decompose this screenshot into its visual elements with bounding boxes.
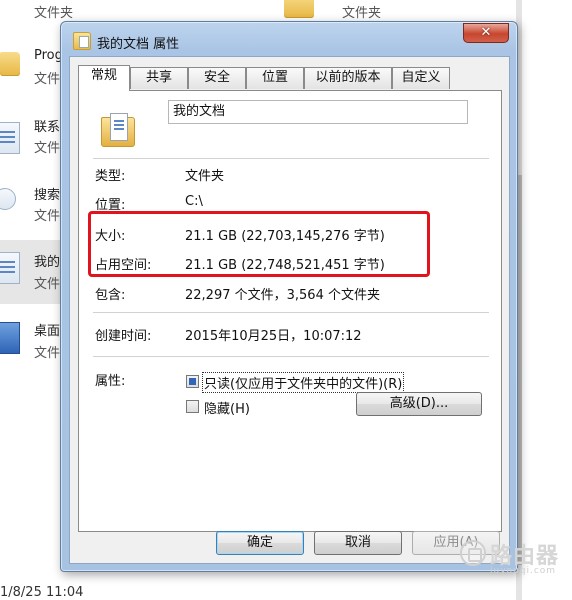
bg-item-type: 文件 [34, 141, 61, 156]
contacts-icon [0, 122, 20, 154]
folder-icon [284, 0, 314, 18]
close-button[interactable]: ✕ [463, 23, 509, 43]
status-text: 1/8/25 11:04 [0, 585, 84, 600]
tab-location[interactable]: 位置 [246, 67, 304, 89]
bg-item-type: 文件 [34, 346, 61, 361]
advanced-button[interactable]: 高级(D)... [356, 392, 482, 416]
bg-item-name[interactable]: 桌面 [34, 320, 60, 339]
readonly-checkbox[interactable] [186, 375, 199, 388]
desktop-icon [0, 322, 20, 354]
contains-value: 22,297 个文件，3,564 个文件夹 [185, 288, 380, 303]
hidden-checkbox[interactable] [186, 400, 199, 413]
bg-item-label: 文件夹 [34, 6, 74, 21]
readonly-label[interactable]: 只读(仅应用于文件夹中的文件)(R) [202, 372, 405, 393]
title-bar[interactable]: 我的文档 属性 ✕ [61, 22, 517, 56]
hidden-label[interactable]: 隐藏(H) [204, 398, 250, 417]
bg-item-name[interactable]: 联系 [34, 116, 60, 135]
cancel-button[interactable]: 取消 [314, 531, 402, 555]
bg-item-type: 文件 [34, 72, 61, 87]
folder-icon [0, 52, 20, 76]
tab-security[interactable]: 安全 [188, 67, 246, 89]
contains-label: 包含: [95, 288, 126, 303]
bg-item-type: 文件 [34, 277, 61, 292]
bg-item-name[interactable]: Prog [34, 48, 63, 63]
tab-customize[interactable]: 自定义 [392, 67, 450, 89]
dialog-content: 常规 共享 安全 位置 以前的版本 自定义 [69, 56, 510, 564]
search-icon [0, 188, 16, 210]
created-value: 2015年10月25日，10:07:12 [185, 329, 362, 344]
properties-dialog: 我的文档 属性 ✕ 常规 共享 安全 位置 以前的版本 自定义 我的文档 类型:… [60, 21, 518, 572]
watermark-sub: luyouqi.com [490, 566, 557, 576]
location-value: C:\ [185, 194, 203, 209]
documents-folder-icon [101, 113, 135, 149]
folder-name-input[interactable]: 我的文档 [168, 100, 468, 124]
type-value: 文件夹 [185, 169, 225, 184]
ok-button[interactable]: 确定 [216, 531, 304, 555]
disk-size-value: 21.1 GB (22,748,521,451 字节) [185, 258, 385, 273]
tab-general[interactable]: 常规 [78, 65, 130, 91]
created-label: 创建时间: [95, 329, 152, 344]
tab-sharing[interactable]: 共享 [130, 67, 188, 89]
bg-item-name[interactable]: 搜索 [34, 184, 60, 203]
watermark: 路由器 luyouqi.com [460, 536, 572, 584]
type-label: 类型: [95, 169, 126, 184]
divider [93, 158, 489, 159]
size-value: 21.1 GB (22,703,145,276 字节) [185, 229, 385, 244]
document-icon [0, 252, 20, 284]
router-logo-icon [460, 540, 486, 566]
location-label: 位置: [95, 198, 126, 213]
folder-icon [73, 32, 91, 50]
attributes-label: 属性: [95, 374, 126, 389]
divider [93, 356, 489, 357]
bg-item-name[interactable]: 我的 [34, 251, 60, 270]
size-label: 大小: [95, 229, 126, 244]
dialog-title: 我的文档 属性 [97, 37, 180, 52]
bg-item-type: 文件 [34, 209, 61, 224]
general-panel [78, 90, 502, 532]
disk-size-label: 占用空间: [95, 258, 152, 273]
divider [93, 312, 489, 313]
bg-item-label: 文件夹 [342, 6, 382, 21]
tab-previous-versions[interactable]: 以前的版本 [304, 67, 392, 89]
